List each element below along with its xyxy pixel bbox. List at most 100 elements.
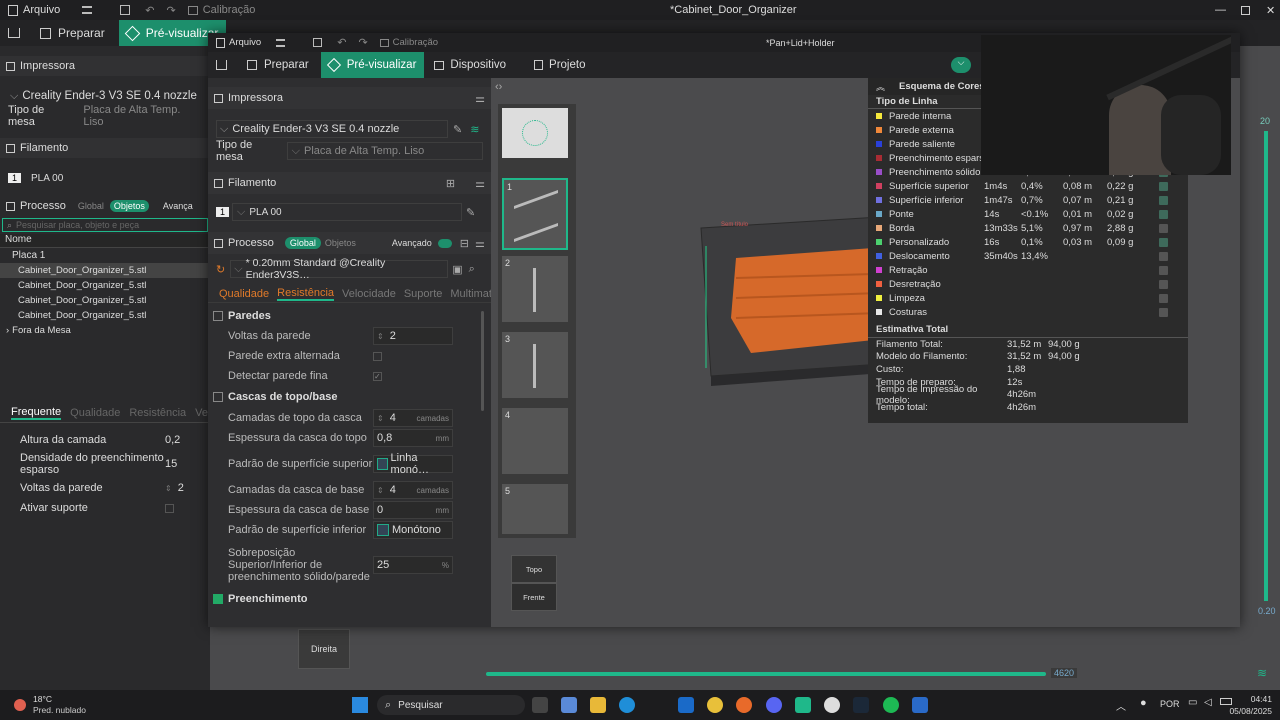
language-indicator[interactable]: POR	[1160, 699, 1180, 709]
cube-top-face[interactable]: Topo	[511, 555, 557, 583]
close-icon[interactable]: ✕	[1266, 4, 1275, 17]
checkbox[interactable]	[165, 503, 174, 513]
file-icon[interactable]	[216, 37, 225, 48]
plate-thumb-3[interactable]: 3	[502, 332, 568, 398]
visibility-checkbox[interactable]	[1159, 307, 1168, 317]
stepper-icon[interactable]: ⇕	[377, 332, 384, 341]
cube-icon[interactable]	[40, 27, 51, 39]
microphone-icon[interactable]: ●	[1140, 697, 1147, 709]
checkbox-checked[interactable]: ✓	[373, 371, 382, 381]
param-value[interactable]: 0,8	[377, 432, 436, 444]
maximize-icon[interactable]	[1241, 5, 1250, 15]
front-filament-select[interactable]: PLA 00	[249, 207, 281, 218]
back-param-value[interactable]: 15	[165, 458, 177, 470]
minimize-icon[interactable]: —	[1215, 4, 1226, 16]
stepper-icon[interactable]: ⇕	[377, 414, 384, 423]
advanced-switch[interactable]	[437, 238, 452, 248]
add-filament-icon[interactable]: ⊞	[446, 177, 455, 190]
visibility-checkbox[interactable]	[1159, 279, 1168, 289]
line-type-row[interactable]: Costuras	[868, 305, 1188, 319]
back-ptab-quality[interactable]: Qualidade	[70, 407, 120, 419]
visibility-checkbox[interactable]	[1159, 237, 1168, 247]
spotify-icon[interactable]	[883, 697, 899, 713]
param-value[interactable]: 2	[390, 330, 396, 342]
plate-thumb-5[interactable]: 5	[502, 484, 568, 534]
visibility-checkbox[interactable]	[1159, 265, 1168, 275]
checkbox[interactable]	[373, 351, 382, 361]
home-icon[interactable]	[8, 28, 20, 38]
calibration-icon[interactable]	[379, 38, 389, 47]
line-type-row[interactable]: Limpeza	[868, 291, 1188, 305]
calibration-icon[interactable]	[187, 5, 198, 15]
back-filament-select[interactable]: PLA 00	[31, 173, 63, 184]
line-type-row[interactable]: Borda 13m33s 5,1% 0,97 m 2,88 g	[868, 221, 1188, 235]
front-ptab-quality[interactable]: Qualidade	[219, 288, 269, 300]
param-value[interactable]: Monótono	[392, 524, 441, 536]
visibility-checkbox[interactable]	[1159, 223, 1168, 233]
front-ptab-support[interactable]: Suporte	[404, 288, 443, 300]
reset-icon[interactable]: ↻	[216, 263, 225, 276]
cube-front-face[interactable]: Frente	[511, 583, 557, 611]
back-calibration[interactable]: Calibração	[203, 4, 256, 16]
front-tab-device[interactable]: Dispositivo	[450, 59, 506, 71]
back-global-toggle[interactable]: Global	[78, 201, 104, 211]
visibility-checkbox[interactable]	[1159, 293, 1168, 303]
line-type-row[interactable]: Ponte 14s <0.1% 0,01 m 0,02 g	[868, 207, 1188, 221]
line-type-row[interactable]: Superfície superior 1m4s 0,4% 0,08 m 0,2…	[868, 179, 1188, 193]
line-type-row[interactable]: Superfície inferior 1m47s 0,7% 0,07 m 0,…	[868, 193, 1188, 207]
front-ptab-multimaterial[interactable]: Multimat…	[450, 288, 491, 300]
discord-icon[interactable]	[766, 697, 782, 713]
back-ptab-strength[interactable]: Resistência	[129, 407, 186, 419]
back-outside[interactable]: Fora da Mesa	[12, 325, 71, 336]
edit-icon[interactable]: ✎	[453, 123, 462, 136]
front-tab-prepare[interactable]: Preparar	[264, 59, 309, 71]
settings-sliders-icon[interactable]: ⚌	[475, 92, 485, 105]
undo-icon[interactable]: ↶	[145, 4, 154, 17]
back-plate[interactable]: Placa 1	[0, 248, 210, 263]
undo-icon[interactable]: ↶	[337, 36, 346, 49]
clock-date[interactable]: 05/08/2025	[1224, 705, 1272, 717]
notes-icon[interactable]	[912, 697, 928, 713]
network-icon[interactable]: ▭	[1188, 697, 1197, 708]
back-search-input[interactable]: Pesquisar placa, objeto e peça	[16, 220, 139, 230]
plate-thumb-1[interactable]: 1	[502, 178, 568, 250]
save-icon[interactable]	[120, 5, 131, 15]
visibility-checkbox[interactable]	[1159, 209, 1168, 219]
back-menu-file[interactable]: Arquivo	[23, 4, 60, 16]
copilot-icon[interactable]	[561, 697, 577, 713]
volume-icon[interactable]: ◁	[1204, 697, 1212, 708]
back-file-3[interactable]: Cabinet_Door_Organizer_5.stl	[0, 308, 210, 323]
param-value[interactable]: Linha monó…	[391, 452, 449, 476]
weather-icon[interactable]	[14, 699, 26, 711]
back-tab-prepare[interactable]: Preparar	[58, 26, 105, 40]
back-layer-slider[interactable]	[486, 672, 1046, 676]
scrollbar[interactable]	[481, 311, 484, 411]
project-icon[interactable]	[534, 60, 544, 70]
front-tab-project[interactable]: Projeto	[549, 59, 585, 71]
back-name-column[interactable]: Nome	[0, 234, 210, 248]
outlook-icon[interactable]	[678, 697, 694, 713]
back-file-0[interactable]: Cabinet_Door_Organizer_5.stl	[0, 263, 210, 278]
front-calibration[interactable]: Calibração	[393, 37, 438, 48]
firefox-icon[interactable]	[736, 697, 752, 713]
front-global-toggle[interactable]: Global	[284, 237, 321, 249]
visibility-checkbox[interactable]	[1159, 251, 1168, 261]
save-icon[interactable]	[313, 38, 323, 47]
param-value[interactable]: 4	[390, 412, 417, 424]
orientation-cube[interactable]: Topo Frente	[511, 555, 557, 615]
visibility-checkbox[interactable]	[1159, 195, 1168, 205]
back-bed-select[interactable]: Placa de Alta Temp. Liso	[83, 104, 202, 128]
front-printer-select[interactable]: Creality Ender-3 V3 SE 0.4 nozzle	[232, 123, 399, 135]
front-ptab-speed[interactable]: Velocidade	[342, 288, 396, 300]
file-icon[interactable]	[8, 4, 18, 16]
back-objects-toggle[interactable]: Objetos	[109, 200, 149, 212]
front-menu-file[interactable]: Arquivo	[229, 37, 261, 48]
back-orientation-cube[interactable]: Direita	[298, 629, 350, 669]
chatgpt-icon[interactable]	[824, 697, 840, 713]
stepper-icon[interactable]: ⇕	[377, 486, 384, 495]
slicer-app-icon[interactable]	[795, 697, 811, 713]
visibility-checkbox[interactable]	[1159, 181, 1168, 191]
line-type-row[interactable]: Retração	[868, 263, 1188, 277]
file-explorer-icon[interactable]	[590, 697, 606, 713]
back-param-value[interactable]: 0,2	[165, 434, 180, 446]
